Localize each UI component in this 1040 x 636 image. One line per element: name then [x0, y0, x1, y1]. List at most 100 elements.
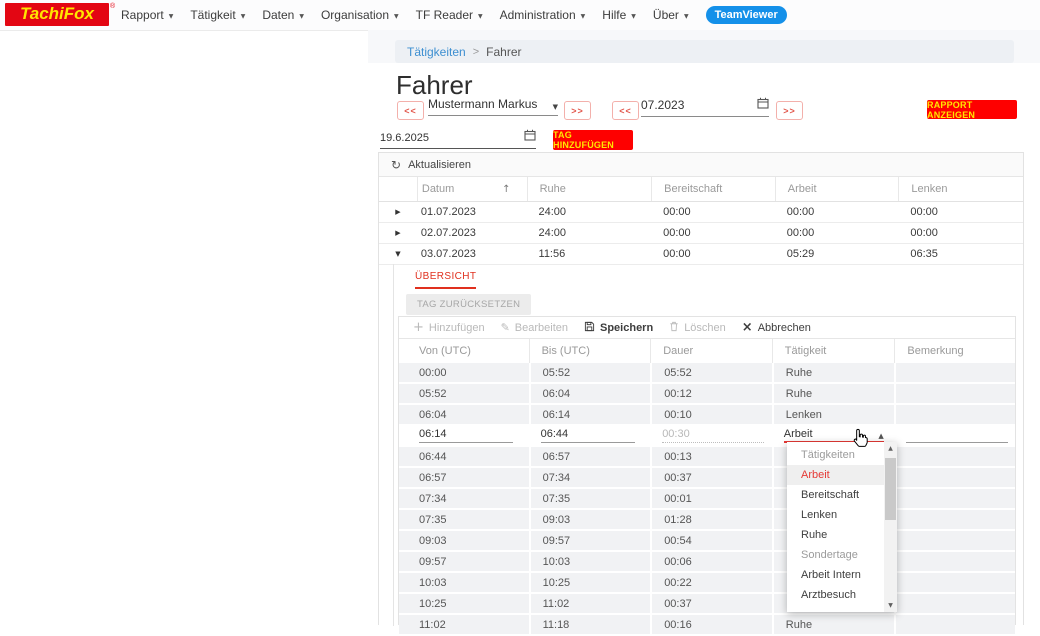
hinzufuegen-label: Hinzufügen — [429, 322, 485, 334]
taetigkeit-dropdown: TätigkeitenArbeitBereitschaftLenkenRuheS… — [787, 442, 897, 612]
row-expander[interactable]: ▶ — [379, 201, 417, 222]
driver-select-value: Mustermann Markus — [428, 97, 537, 111]
table-row[interactable]: ▶02.07.202324:0000:0000:0000:00 — [379, 222, 1023, 244]
activity-row[interactable]: 10:2511:0200:37 — [399, 594, 1015, 615]
menu-item-tätigkeit[interactable]: Tätigkeit▼ — [190, 8, 245, 22]
bemerkung-input[interactable] — [906, 428, 1008, 443]
activity-row[interactable]: 06:5707:3400:37 — [399, 468, 1015, 489]
activity-row[interactable]: 00:0005:5205:52Ruhe — [399, 363, 1015, 384]
main-menu: Rapport▼ Tätigkeit▼ Daten▼ Organisation▼ TF … — [121, 0, 787, 30]
tab-uebersicht[interactable]: ÜBERSICHT — [415, 271, 476, 289]
teamviewer-button[interactable]: TeamViewer — [706, 6, 787, 24]
cell-bis: 06:04 — [529, 384, 651, 403]
menu-item-label: Über — [653, 8, 679, 22]
month-date-value: 07.2023 — [641, 98, 684, 112]
activities-grid-header: Von (UTC)Bis (UTC)DauerTätigkeitBemerkun… — [399, 339, 1015, 364]
menu-item-organisation[interactable]: Organisation▼ — [321, 8, 399, 22]
menu-item-hilfe[interactable]: Hilfe▼ — [602, 8, 636, 22]
add-day-date-input[interactable]: 19.6.2025 — [380, 129, 536, 149]
close-icon: × — [742, 321, 753, 334]
dropdown-scrollbar[interactable]: ▲ ▼ — [884, 442, 897, 612]
column-header-bemerkung[interactable]: Bemerkung — [894, 339, 1015, 363]
speichern-button[interactable]: Speichern — [584, 321, 653, 335]
month-prev-button[interactable]: << — [612, 101, 639, 120]
dropdown-option-lenken[interactable]: Lenken — [787, 505, 897, 525]
cell-taetigkeit: Lenken — [772, 405, 895, 424]
activity-row[interactable]: 06:4406:5700:13 — [399, 447, 1015, 468]
driver-next-button[interactable]: >> — [564, 101, 591, 120]
rapport-anzeigen-button[interactable]: RAPPORT ANZEIGEN — [927, 100, 1017, 119]
abbrechen-button[interactable]: × Abbrechen — [742, 321, 811, 334]
column-header-label: Ruhe — [540, 183, 566, 195]
chevron-down-icon: ▼ — [553, 103, 558, 111]
column-header-bereitschaft[interactable]: Bereitschaft — [651, 177, 775, 201]
column-header-von-utc-[interactable]: Von (UTC) — [399, 339, 529, 363]
cell-von: 06:57 — [399, 468, 529, 487]
tag-hinzufuegen-button[interactable]: TAG HINZUFÜGEN — [553, 130, 633, 150]
dropdown-option-arbeit-intern[interactable]: Arbeit Intern — [787, 565, 897, 585]
von-input[interactable]: 06:14 — [419, 428, 513, 443]
row-expander[interactable]: ▼ — [379, 243, 417, 264]
refresh-button[interactable]: ↻ Aktualisieren — [379, 153, 1023, 177]
cell-dauer-edit: 00:30 — [650, 426, 772, 445]
activity-row[interactable]: 07:3407:3500:01 — [399, 489, 1015, 510]
activity-row[interactable]: 10:0310:2500:22 — [399, 573, 1015, 594]
add-day-date-value: 19.6.2025 — [380, 132, 429, 144]
cell-bemerkung — [894, 447, 1015, 466]
column-header-datum[interactable]: Datum↑ — [417, 177, 527, 201]
scroll-down-icon[interactable]: ▼ — [884, 599, 897, 612]
table-row[interactable]: ▶01.07.202324:0000:0000:0000:00 — [379, 201, 1023, 223]
activity-row[interactable]: 07:3509:0301:28 — [399, 510, 1015, 531]
cell-von: 05:52 — [399, 384, 529, 403]
column-header-ruhe[interactable]: Ruhe — [527, 177, 652, 201]
column-header-bis-utc-[interactable]: Bis (UTC) — [529, 339, 651, 363]
dropdown-group-tätigkeiten: Tätigkeiten — [787, 445, 897, 465]
driver-prev-button[interactable]: << — [397, 101, 424, 120]
table-row[interactable]: ▼03.07.202311:5600:0005:2906:35 — [379, 243, 1023, 265]
menu-item-tf-reader[interactable]: TF Reader▼ — [416, 8, 483, 22]
menu-item-rapport[interactable]: Rapport▼ — [121, 8, 173, 22]
activity-row-editing[interactable]: 06:14 06:44 00:30 Arbeit▲ — [399, 426, 1015, 447]
chevron-up-icon: ▲ — [878, 432, 883, 440]
driver-select[interactable]: Mustermann Markus ▼ — [428, 97, 558, 116]
cell-ruhe: 11:56 — [527, 243, 652, 264]
detail-left-border — [393, 264, 394, 626]
taetigkeit-select[interactable]: Arbeit▲ — [784, 428, 884, 443]
dropdown-option-ruhe[interactable]: Ruhe — [787, 525, 897, 545]
dropdown-option-arztbesuch[interactable]: Arztbesuch — [787, 585, 897, 605]
month-date-input[interactable]: 07.2023 — [641, 97, 769, 117]
activity-row[interactable]: 05:5206:0400:12Ruhe — [399, 384, 1015, 405]
cell-bis: 07:35 — [529, 489, 651, 508]
dropdown-option-bereitschaft[interactable]: Bereitschaft — [787, 485, 897, 505]
dropdown-option-arbeit[interactable]: Arbeit — [787, 465, 897, 485]
scrollbar-thumb[interactable] — [885, 458, 896, 520]
activity-row[interactable]: 09:5710:0300:06 — [399, 552, 1015, 573]
tachifox-logo[interactable]: TachiFox — [5, 3, 109, 26]
cell-taetigkeit: Ruhe — [772, 384, 895, 403]
cell-bereitschaft: 00:00 — [651, 201, 775, 222]
activity-row[interactable]: 09:0309:5700:54 — [399, 531, 1015, 552]
column-header-lenken[interactable]: Lenken — [898, 177, 1023, 201]
column-header-dauer[interactable]: Dauer — [650, 339, 772, 363]
breadcrumb-section-link[interactable]: Tätigkeiten — [407, 45, 466, 59]
column-header-t-tigkeit[interactable]: Tätigkeit — [772, 339, 895, 363]
cell-bemerkung — [894, 510, 1015, 529]
bis-input[interactable]: 06:44 — [541, 428, 635, 443]
bearbeiten-button[interactable]: ✎ Bearbeiten — [501, 321, 568, 334]
cell-bemerkung — [894, 573, 1015, 592]
breadcrumb: Tätigkeiten > Fahrer — [395, 40, 1014, 63]
hinzufuegen-button[interactable]: + Hinzufügen — [413, 321, 485, 334]
loeschen-button[interactable]: Löschen — [669, 321, 726, 335]
cell-datum: 02.07.2023 — [417, 222, 527, 243]
scroll-up-icon[interactable]: ▲ — [884, 442, 897, 455]
activity-row[interactable]: 11:0211:1800:16Ruhe — [399, 615, 1015, 636]
row-expander[interactable]: ▶ — [379, 222, 417, 243]
cell-dauer: 00:37 — [650, 594, 772, 613]
menu-item-daten[interactable]: Daten▼ — [262, 8, 304, 22]
column-header-arbeit[interactable]: Arbeit — [775, 177, 899, 201]
menu-item-administration[interactable]: Administration▼ — [500, 8, 586, 22]
month-next-button[interactable]: >> — [776, 101, 803, 120]
menu-item-über[interactable]: Über▼ — [653, 8, 689, 22]
activity-row[interactable]: 06:0406:1400:10Lenken — [399, 405, 1015, 426]
tag-zuruecksetzen-button[interactable]: TAG ZURÜCKSETZEN — [406, 294, 531, 315]
